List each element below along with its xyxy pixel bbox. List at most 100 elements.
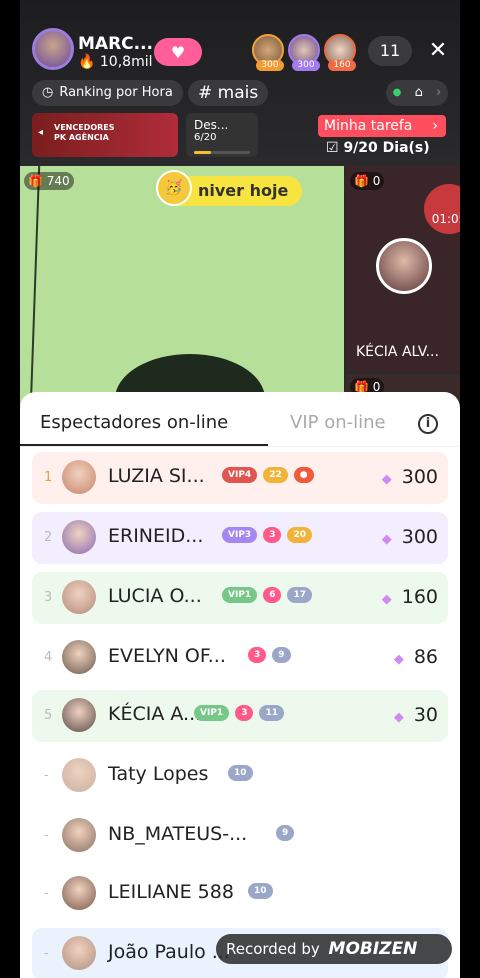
- level-badge: 17: [287, 587, 312, 603]
- viewer-badges: 10: [228, 765, 253, 781]
- viewer-diamond-value: 30: [413, 704, 438, 726]
- banner-line1: VENCEDORES: [54, 123, 115, 132]
- level-badge: 10: [228, 765, 253, 781]
- more-tags-button[interactable]: # mais: [188, 80, 269, 106]
- viewer-name: EVELYN OF...: [108, 645, 226, 667]
- main-gift-count: 🎁 740: [24, 172, 74, 190]
- viewer-badges: VIP4 22 ●: [222, 467, 314, 483]
- birthday-sticker[interactable]: 🥳 niver hoje: [156, 170, 303, 206]
- viewer-row[interactable]: 2 ERINEID... VIP3 3 20 ◆ 300: [32, 512, 448, 564]
- viewer-badges: VIP1 3 11: [194, 705, 284, 721]
- follow-heart-button[interactable]: ♥: [154, 38, 202, 66]
- top-viewer-badge: 300: [292, 60, 320, 71]
- screen: MARC... 🔥 10,8mil ♥ 300 300 160 11 ✕ ◷ R…: [0, 0, 480, 978]
- level-badge: 9: [272, 647, 291, 663]
- viewer-diamonds: ◆ 30: [394, 704, 438, 726]
- viewer-name: NB_MATEUS-...: [108, 823, 248, 845]
- level-badge: VIP1: [222, 587, 258, 603]
- viewer-diamond-value: 300: [401, 526, 438, 548]
- diamond-icon: ◆: [381, 472, 392, 487]
- host-name[interactable]: MARC...: [78, 34, 153, 54]
- level-badge: 6: [263, 587, 282, 603]
- viewer-avatar[interactable]: [62, 640, 96, 674]
- level-badge: 3: [248, 647, 267, 663]
- diamond-icon: ◆: [393, 652, 404, 667]
- side-gift-count: 🎁 0: [350, 172, 385, 190]
- flame-icon: 🔥: [78, 54, 96, 70]
- online-dot-icon: ●: [392, 87, 402, 98]
- side-video-stream[interactable]: 🎁 0 01:05 KÉCIA ALV...: [346, 166, 460, 372]
- viewer-badges: VIP3 3 20: [222, 527, 312, 543]
- viewer-rank: 2: [44, 530, 53, 545]
- chevron-right-icon: ›: [436, 85, 442, 100]
- my-task-button[interactable]: Minha tarefa ›: [318, 115, 446, 137]
- viewers-sheet: Espectadores on-line VIP on-line i 1 LUZI…: [20, 392, 460, 978]
- viewer-name: LUZIA SI...: [108, 465, 205, 487]
- viewer-rank: 3: [44, 590, 53, 605]
- close-icon[interactable]: ✕: [426, 36, 450, 66]
- viewer-avatar[interactable]: [62, 758, 96, 792]
- viewer-row[interactable]: - LEILIANE 588 10: [32, 868, 448, 920]
- room-home-button[interactable]: ● ⌂ ›: [386, 80, 448, 106]
- viewer-badges: 9: [276, 825, 295, 841]
- viewer-row[interactable]: - NB_MATEUS-... 9: [32, 810, 448, 862]
- gift-icon: 🎁: [354, 174, 369, 188]
- info-icon[interactable]: i: [418, 414, 438, 434]
- viewer-rank: -: [44, 768, 49, 783]
- level-badge: 11: [259, 705, 284, 721]
- viewer-badges: 39: [248, 647, 291, 663]
- calendar-icon: ☑: [326, 140, 339, 156]
- viewer-avatar[interactable]: [62, 460, 96, 494]
- level-badge: VIP3: [222, 527, 258, 543]
- viewer-rank: -: [44, 946, 49, 961]
- tab-vip-online[interactable]: VIP on-line: [290, 412, 386, 433]
- heart-icon: ♥: [170, 42, 186, 62]
- diamond-icon: ◆: [393, 710, 404, 725]
- host-avatar[interactable]: [32, 28, 74, 70]
- pk-winners-banner[interactable]: ◂ VENCEDORES PK AGÊNCIA: [32, 113, 178, 157]
- top-viewer-avatar[interactable]: 300: [288, 34, 320, 71]
- tab-active-underline: [20, 444, 268, 446]
- top-viewer-avatar[interactable]: 300: [252, 34, 284, 71]
- side-gift-value: 0: [372, 174, 381, 188]
- viewer-row[interactable]: 4 EVELYN OF... 3 9 ◆ 86: [32, 632, 448, 684]
- live-room: MARC... 🔥 10,8mil ♥ 300 300 160 11 ✕ ◷ R…: [20, 0, 460, 978]
- task-progress: 6/20: [194, 132, 217, 143]
- viewer-rank: 4: [44, 650, 53, 665]
- viewer-row[interactable]: 1 LUZIA SI... VIP4 22 ● ◆ 300: [32, 452, 448, 504]
- level-badge: 20: [287, 527, 312, 543]
- viewer-avatar[interactable]: [62, 818, 96, 852]
- live-header: MARC... 🔥 10,8mil ♥ 300 300 160 11 ✕ ◷ R…: [20, 0, 460, 165]
- viewer-diamond-value: 300: [401, 466, 438, 488]
- viewer-diamond-value: 86: [413, 646, 438, 668]
- viewer-avatar[interactable]: [62, 520, 96, 554]
- viewer-diamonds: ◆ 300: [382, 526, 438, 548]
- viewer-avatar[interactable]: [62, 876, 96, 910]
- host-likes: 🔥 10,8mil: [78, 54, 152, 70]
- viewer-row[interactable]: 3 LUCIA O... VIP1 6 17 ◆ 160: [32, 572, 448, 624]
- my-task-label: Minha tarefa: [324, 118, 413, 134]
- viewer-avatar[interactable]: [62, 580, 96, 614]
- viewer-row[interactable]: - Taty Lopes 10: [32, 750, 448, 802]
- level-badge: 3: [235, 705, 254, 721]
- level-badge: VIP1: [194, 705, 230, 721]
- viewer-avatar[interactable]: [62, 698, 96, 732]
- viewer-diamond-value: 160: [401, 586, 438, 608]
- top-viewer-avatar[interactable]: 160: [324, 34, 356, 71]
- viewer-name: LEILIANE 588: [108, 881, 234, 903]
- viewer-count[interactable]: 11: [368, 36, 412, 66]
- ranking-button[interactable]: ◷ Ranking por Hora: [32, 80, 183, 106]
- viewer-avatar[interactable]: [62, 936, 96, 970]
- viewer-row[interactable]: 5 KÉCIA A... VIP1 3 11 ◆ 30: [32, 690, 448, 742]
- task-title: Des...: [194, 118, 229, 132]
- viewer-diamonds: ◆ 160: [382, 586, 438, 608]
- gift-icon: 🎁: [28, 174, 43, 188]
- cable-shape: [29, 166, 41, 406]
- viewer-rank: -: [44, 828, 49, 843]
- recorded-by-label: Recorded by: [226, 940, 320, 958]
- ranking-label: Ranking por Hora: [59, 85, 173, 100]
- my-task-days-value: 9/20 Dia(s): [343, 140, 430, 156]
- tab-online-viewers[interactable]: Espectadores on-line: [40, 412, 228, 433]
- chevron-right-icon: ›: [432, 118, 438, 134]
- task-card[interactable]: Des... 6/20: [186, 113, 258, 157]
